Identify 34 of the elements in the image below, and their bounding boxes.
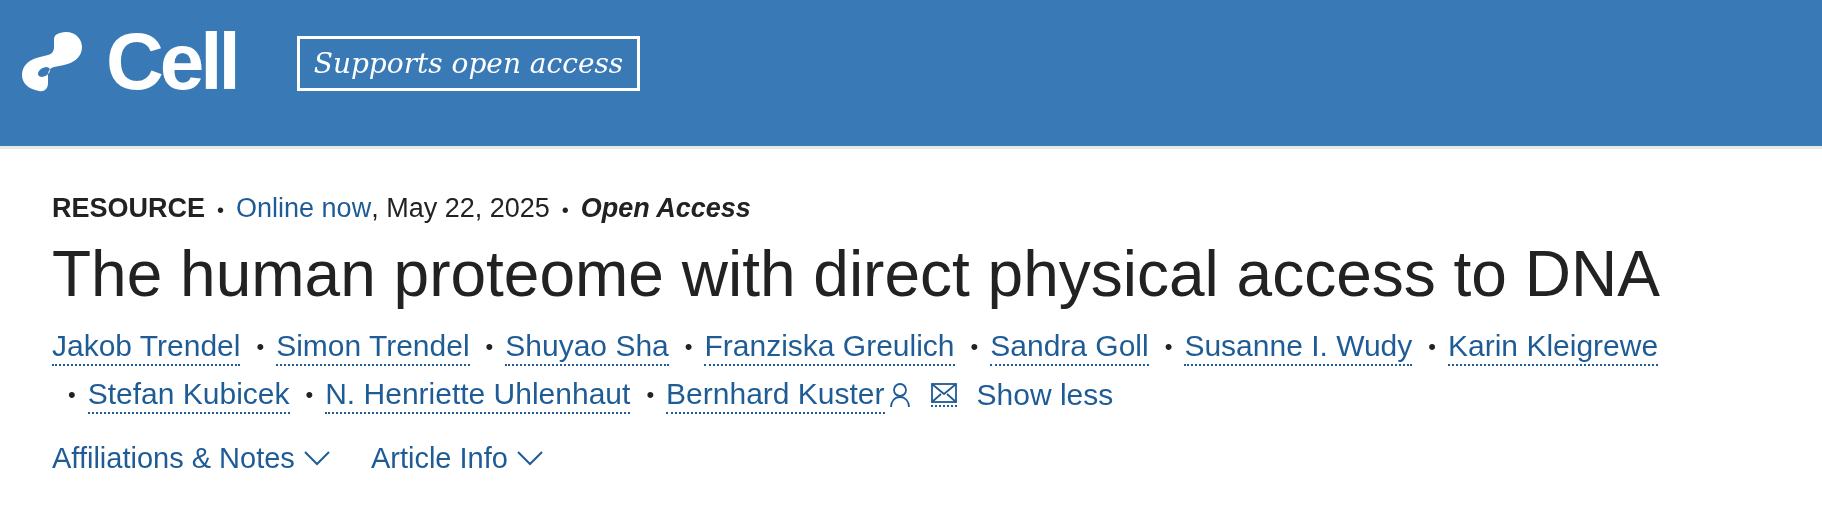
separator-dot: • <box>68 381 76 408</box>
author-link[interactable]: N. Henriette Uhlenhaut <box>325 375 631 414</box>
online-now-link[interactable]: Online now <box>236 193 372 224</box>
logo-wordmark[interactable]: Cell <box>106 22 237 102</box>
author-link[interactable]: Stefan Kubicek <box>87 375 290 414</box>
separator-dot: • <box>646 381 655 408</box>
open-access-badge: Supports open access <box>296 36 641 91</box>
separator-dot: • <box>684 333 693 360</box>
author-link[interactable]: Sandra Goll <box>990 327 1149 366</box>
separator-dot: • <box>1428 333 1436 360</box>
section-toggle[interactable]: Affiliations & Notes <box>52 441 331 475</box>
author-link[interactable]: Bernhard Kuster <box>666 375 885 414</box>
open-access-label: Open Access <box>580 193 751 224</box>
separator-dot: • <box>305 381 314 408</box>
article-type: RESOURCE <box>52 193 206 224</box>
email-icon[interactable] <box>930 382 957 407</box>
article-title: The human proteome with direct physical access to DNA <box>52 238 1661 312</box>
author-link[interactable]: Franziska Greulich <box>704 327 955 366</box>
separator-dot: • <box>1164 333 1173 360</box>
author-link[interactable]: Simon Trendel <box>276 327 470 366</box>
separator-dot: • <box>217 199 225 222</box>
separator-dot: • <box>485 333 494 360</box>
separator-dot: • <box>561 199 569 222</box>
author-link[interactable]: Shuyao Sha <box>505 327 669 366</box>
person-icon <box>888 381 911 408</box>
author-link[interactable]: Jakob Trendel <box>52 327 241 366</box>
author-link[interactable]: Susanne I. Wudy <box>1184 327 1413 366</box>
section-toggle[interactable]: Article Info <box>370 441 544 475</box>
author-link[interactable]: Karin Kleigrewe <box>1448 327 1659 366</box>
separator-dot: • <box>256 333 265 360</box>
logo-icon <box>20 31 84 93</box>
publish-date: , May 22, 2025 <box>371 193 550 224</box>
separator-dot: • <box>970 333 979 360</box>
show-less-button[interactable]: Show less <box>976 377 1114 412</box>
